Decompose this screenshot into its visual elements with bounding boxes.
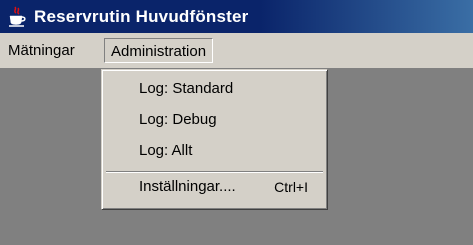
menu-separator (106, 171, 323, 173)
menu-administration[interactable]: Administration (104, 38, 214, 63)
administration-dropdown-menu: Log: Standard Log: Debug Log: Allt Instä… (101, 69, 328, 210)
menu-item-installningar-label: Inställningar.... (139, 178, 236, 195)
window-title: Reservrutin Huvudfönster (34, 6, 249, 26)
menu-bar: Mätningar Administration (0, 33, 473, 69)
menu-item-log-allt[interactable]: Log: Allt (105, 138, 324, 164)
java-cup-icon[interactable] (6, 5, 28, 28)
menu-item-log-standard[interactable]: Log: Standard (105, 76, 324, 102)
menu-item-log-debug[interactable]: Log: Debug (105, 107, 324, 133)
menu-item-installningar[interactable]: Inställningar.... Ctrl+I (105, 174, 324, 200)
menu-matningar[interactable]: Mätningar (2, 38, 81, 63)
menu-item-shortcut: Ctrl+I (274, 179, 308, 195)
app-window: Reservrutin Huvudfönster Mätningar Admin… (0, 0, 473, 245)
title-bar[interactable]: Reservrutin Huvudfönster (0, 0, 473, 33)
